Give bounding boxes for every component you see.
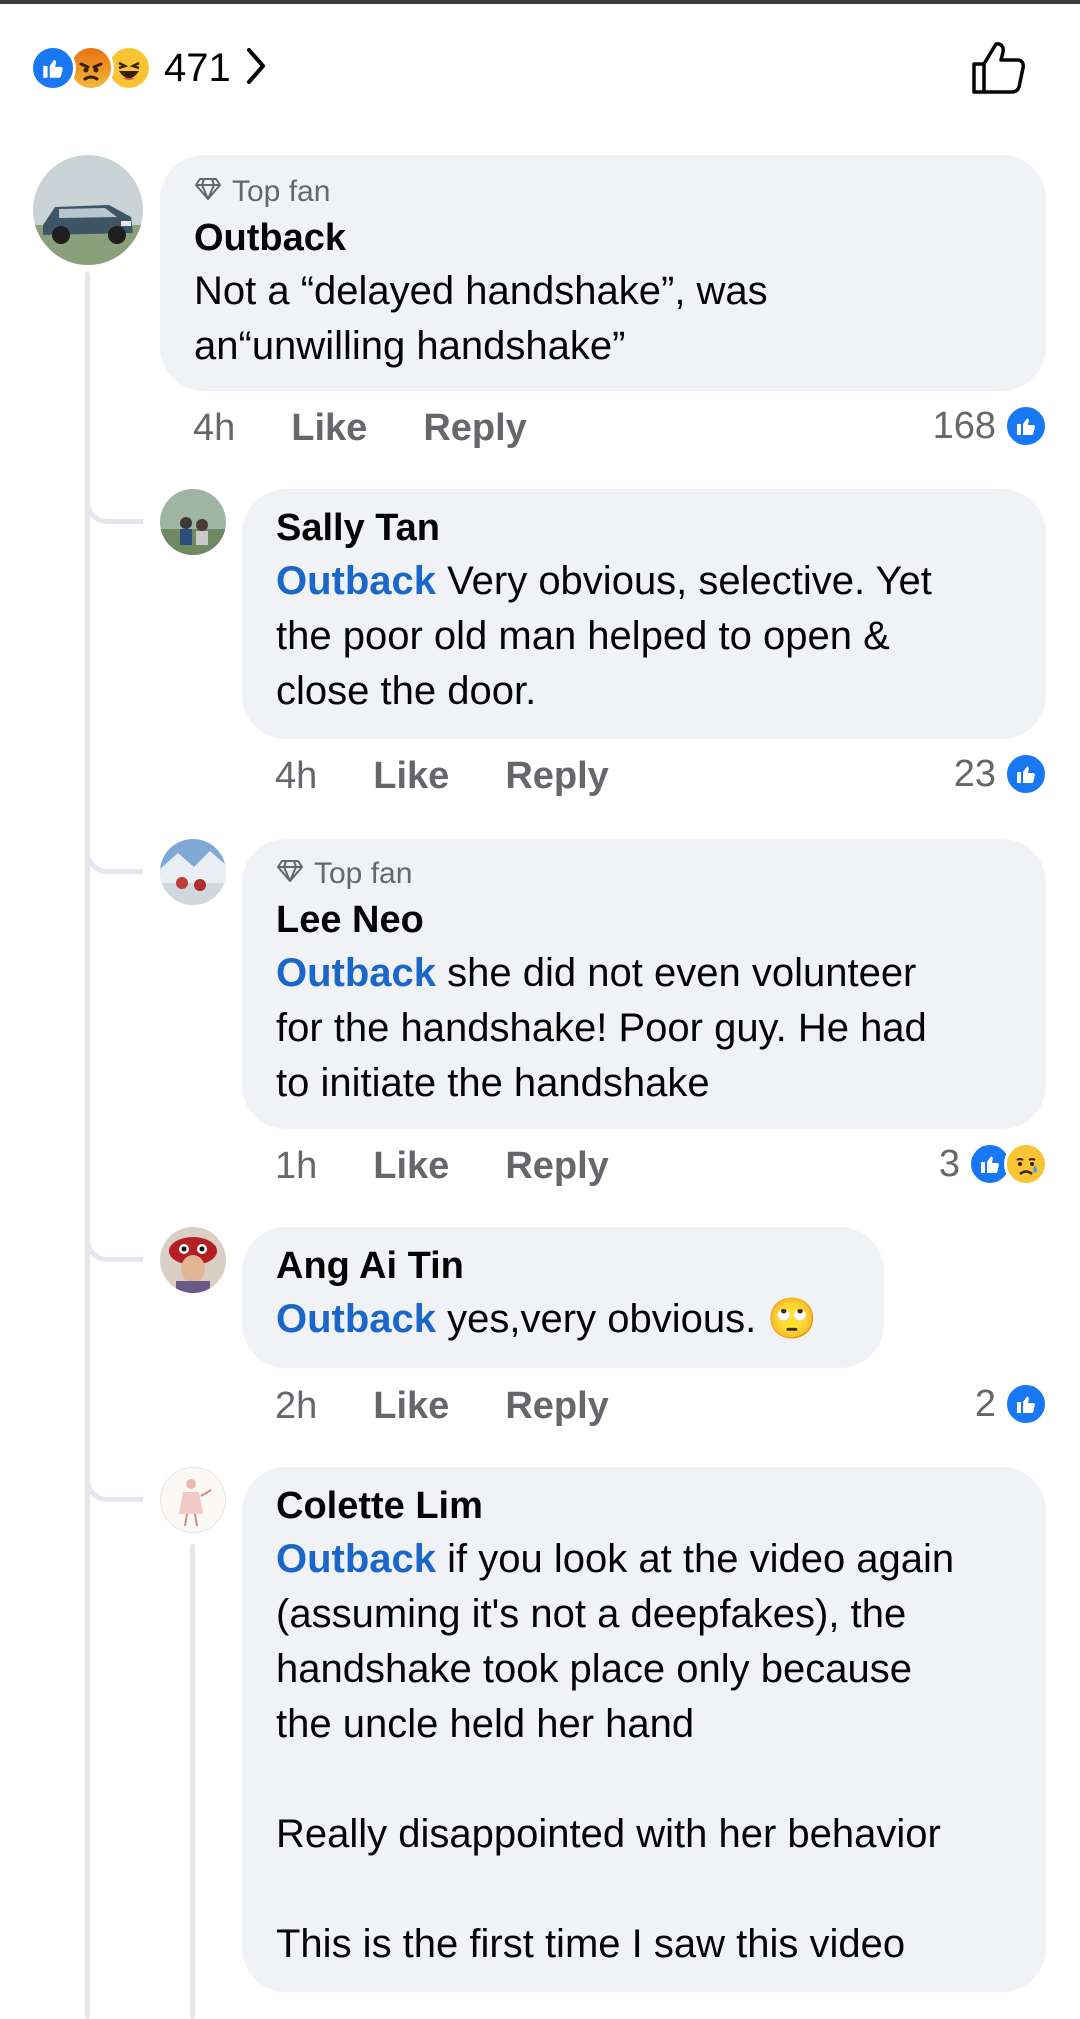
- reply-button[interactable]: Reply: [505, 1145, 608, 1188]
- comment-meta: 2h Like Reply: [275, 1385, 609, 1428]
- thread-branch: [85, 1476, 143, 1502]
- avatar-outback[interactable]: [33, 155, 143, 265]
- comment-meta: 4h Like Reply: [193, 407, 527, 450]
- like-reaction-icon: [1004, 404, 1048, 448]
- comment-meta: 1h Like Reply: [275, 1145, 609, 1188]
- comment-author[interactable]: Colette Lim: [276, 1485, 1012, 1528]
- comment-reactions[interactable]: 23: [954, 752, 1048, 796]
- diamond-icon: [194, 175, 222, 209]
- comment-reactions[interactable]: 3: [939, 1142, 1048, 1186]
- like-button[interactable]: Like: [373, 1145, 449, 1188]
- reactions-summary[interactable]: 471: [30, 40, 267, 96]
- reply-button[interactable]: Reply: [505, 755, 608, 798]
- comment-text: Outback Very obvious, selective. Yet the…: [276, 554, 1012, 719]
- comment-text: Outback she did not even volunteer for t…: [276, 946, 1012, 1111]
- avatar-ang-ai-tin[interactable]: [160, 1227, 226, 1293]
- comment-author[interactable]: Sally Tan: [276, 507, 1012, 550]
- comment-body: if you look at the video again (assuming…: [276, 1537, 955, 1966]
- comment-meta: 4h Like Reply: [275, 755, 609, 798]
- reaction-count: 3: [938, 1142, 960, 1185]
- comment-text: Not a “delayed handshake”, was an“unwill…: [194, 269, 768, 368]
- like-outline-icon[interactable]: [968, 38, 1028, 103]
- thread-branch: [85, 848, 143, 874]
- mention-link[interactable]: Outback: [276, 1537, 436, 1581]
- comment-time[interactable]: 4h: [275, 755, 317, 798]
- comment-author[interactable]: Outback: [194, 217, 1012, 260]
- comment-text: Outback if you look at the video again (…: [276, 1532, 1012, 1972]
- sad-reaction-icon: [1004, 1142, 1048, 1186]
- mention-link[interactable]: Outback: [276, 559, 436, 603]
- comment-time[interactable]: 1h: [275, 1145, 317, 1188]
- comment-reactions[interactable]: 168: [933, 404, 1048, 448]
- comment-bubble-outback: Top fan Outback Not a “delayed handshake…: [160, 155, 1046, 391]
- like-button[interactable]: Like: [291, 407, 367, 450]
- top-edge: [0, 0, 1080, 4]
- comment-bubble-sally-tan: Sally Tan Outback Very obvious, selectiv…: [242, 489, 1046, 739]
- avatar-sally-tan[interactable]: [160, 489, 226, 555]
- comment-author[interactable]: Ang Ai Tin: [276, 1245, 850, 1288]
- reaction-count: 23: [953, 752, 996, 795]
- like-button[interactable]: Like: [373, 1385, 449, 1428]
- comment-time[interactable]: 2h: [275, 1385, 317, 1428]
- reaction-count: 168: [932, 404, 996, 447]
- like-button[interactable]: Like: [373, 755, 449, 798]
- like-reaction-icon: [1004, 1382, 1048, 1426]
- reply-button[interactable]: Reply: [423, 407, 526, 450]
- top-fan-label: Top fan: [232, 175, 331, 208]
- reply-button[interactable]: Reply: [505, 1385, 608, 1428]
- comment-bubble-lee-neo: Top fan Lee Neo Outback she did not even…: [242, 839, 1046, 1129]
- like-reaction-icon: [1004, 752, 1048, 796]
- mention-link[interactable]: Outback: [276, 1297, 436, 1341]
- comment-reactions[interactable]: 2: [975, 1382, 1048, 1426]
- like-reaction-icon: [30, 45, 76, 91]
- chevron-right-icon[interactable]: [245, 46, 267, 91]
- thread-line: [85, 272, 90, 2019]
- reaction-count: 2: [974, 1382, 996, 1425]
- comment-author[interactable]: Lee Neo: [276, 899, 1012, 942]
- top-fan-label: Top fan: [314, 857, 413, 890]
- comment-time[interactable]: 4h: [193, 407, 235, 450]
- thread-branch: [85, 498, 143, 524]
- reaction-count: 471: [164, 45, 231, 90]
- top-fan-badge: Top fan: [276, 857, 1012, 891]
- avatar-lee-neo[interactable]: [160, 839, 226, 905]
- reply-thread-line: [190, 1544, 195, 2019]
- comment-text: Outback yes,very obvious. 🙄: [276, 1292, 850, 1347]
- mention-link[interactable]: Outback: [276, 951, 436, 995]
- avatar-colette-lim[interactable]: [160, 1467, 226, 1533]
- comment-body: yes,very obvious. 🙄: [436, 1297, 818, 1341]
- diamond-icon: [276, 857, 304, 891]
- comment-bubble-colette-lim: Colette Lim Outback if you look at the v…: [242, 1467, 1046, 1992]
- thread-branch: [85, 1236, 143, 1262]
- top-fan-badge: Top fan: [194, 175, 1012, 209]
- comment-bubble-ang-ai-tin: Ang Ai Tin Outback yes,very obvious. 🙄: [242, 1227, 884, 1368]
